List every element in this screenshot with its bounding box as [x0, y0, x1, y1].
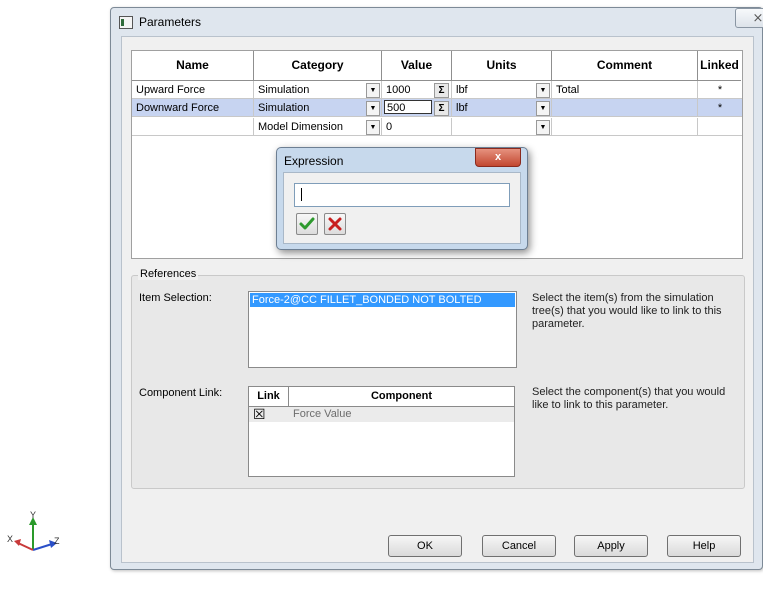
cell-category-text: Simulation: [258, 102, 310, 114]
axis-label-z: Z: [54, 536, 60, 546]
column-header-value[interactable]: Value: [382, 51, 452, 81]
sigma-icon[interactable]: Σ: [434, 101, 449, 116]
cell-name[interactable]: Downward Force: [132, 99, 254, 117]
references-group-label: References: [138, 268, 199, 280]
value-edit-field[interactable]: 500: [384, 100, 432, 114]
cell-units-text: lbf: [456, 102, 468, 114]
chevron-down-icon[interactable]: ▼: [536, 101, 550, 116]
parameters-window-icon: [119, 16, 133, 29]
column-header-category[interactable]: Category: [254, 51, 382, 81]
help-button[interactable]: Help: [667, 535, 741, 557]
chevron-down-icon[interactable]: ▼: [366, 83, 380, 98]
table-row[interactable]: ☒ Force Value: [249, 406, 514, 422]
cell-category[interactable]: Simulation ▼: [254, 81, 382, 99]
cell-comment[interactable]: [552, 99, 698, 117]
chevron-down-icon[interactable]: ▼: [366, 101, 380, 116]
cell-linked: [698, 118, 742, 136]
cell-units[interactable]: lbf ▼: [452, 81, 552, 99]
chevron-down-icon[interactable]: ▼: [536, 120, 550, 135]
expression-dialog-body: [283, 172, 521, 244]
cell-value-text: 1000: [386, 84, 411, 96]
cell-comment[interactable]: [552, 118, 698, 136]
coordinate-triad-icon: X Y Z: [6, 510, 64, 558]
column-header-name[interactable]: Name: [132, 51, 254, 81]
component-link-table[interactable]: Link Component ☒ Force Value: [248, 386, 515, 477]
accept-button[interactable]: [296, 213, 318, 235]
cell-value[interactable]: 1000 Σ: [382, 81, 452, 99]
column-header-link[interactable]: Link: [249, 387, 289, 407]
column-header-linked[interactable]: Linked: [698, 51, 741, 81]
cell-category-text: Simulation: [258, 84, 310, 96]
item-selection-note: Select the item(s) from the simulation t…: [532, 292, 722, 330]
cell-name[interactable]: Upward Force: [132, 81, 254, 99]
cell-units-text: lbf: [456, 84, 468, 96]
checkbox-checked-icon[interactable]: ☒: [253, 406, 266, 422]
text-caret: [301, 188, 302, 201]
axis-label-y: Y: [30, 510, 37, 520]
list-item-selected[interactable]: Force-2@CC FILLET_BONDED NOT BOLTED: [250, 293, 515, 307]
column-header-units[interactable]: Units: [452, 51, 552, 81]
cell-units[interactable]: lbf ▼: [452, 99, 552, 117]
column-header-comment[interactable]: Comment: [552, 51, 698, 81]
reject-button[interactable]: [324, 213, 346, 235]
parameters-window: Parameters ⨯ Name Category Value Units C…: [110, 7, 763, 570]
component-name: Force Value: [293, 408, 352, 420]
cell-comment[interactable]: Total: [552, 81, 698, 99]
cell-category-text: Model Dimension: [258, 121, 343, 133]
checkmark-icon: [299, 217, 315, 230]
cell-value[interactable]: 0: [382, 118, 452, 136]
x-mark-icon: [328, 217, 342, 231]
cell-units[interactable]: ▼: [452, 118, 552, 136]
cell-linked: *: [698, 81, 742, 99]
expression-dialog-title: Expression: [284, 154, 344, 168]
component-link-note: Select the component(s) that you would l…: [532, 386, 726, 411]
axis-label-x: X: [7, 534, 14, 544]
column-header-component[interactable]: Component: [289, 387, 514, 407]
cell-category[interactable]: Simulation ▼: [254, 99, 382, 117]
parameters-client-area: Name Category Value Units Comment Linked…: [121, 36, 754, 563]
window-title: Parameters: [139, 15, 202, 29]
sigma-icon[interactable]: Σ: [434, 83, 449, 98]
cell-category[interactable]: Model Dimension ▼: [254, 118, 382, 136]
references-group: References Item Selection: Force-2@CC FI…: [131, 268, 745, 489]
item-selection-list[interactable]: Force-2@CC FILLET_BONDED NOT BOLTED: [248, 291, 517, 368]
chevron-down-icon[interactable]: ▼: [366, 120, 380, 135]
chevron-down-icon[interactable]: ▼: [536, 83, 550, 98]
apply-button[interactable]: Apply: [574, 535, 648, 557]
cancel-button[interactable]: Cancel: [482, 535, 556, 557]
close-icon[interactable]: x: [475, 148, 521, 167]
cell-value[interactable]: 500 Σ: [382, 99, 452, 117]
component-link-label: Component Link:: [139, 387, 223, 399]
expression-dialog: Expression x: [276, 147, 528, 250]
expression-input[interactable]: [294, 183, 510, 207]
cell-linked: *: [698, 99, 742, 117]
ok-button[interactable]: OK: [388, 535, 462, 557]
cell-name[interactable]: [132, 118, 254, 136]
item-selection-label: Item Selection:: [139, 292, 212, 304]
window-close-button[interactable]: ⨯: [735, 8, 763, 28]
